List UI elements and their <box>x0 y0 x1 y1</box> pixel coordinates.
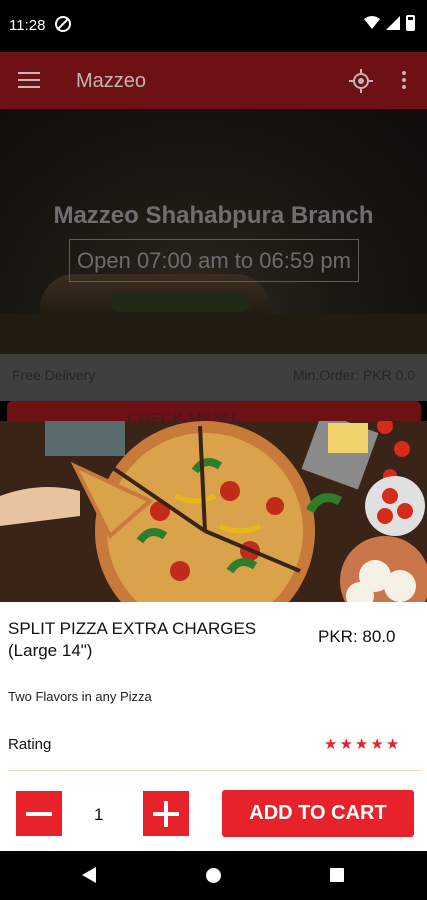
pizza-illustration <box>0 421 427 602</box>
star-icon: ★ <box>385 736 400 753</box>
system-nav-bar <box>0 851 427 900</box>
back-icon[interactable] <box>82 867 96 883</box>
hero-lettuce <box>110 294 250 312</box>
signal-icon <box>386 16 400 30</box>
product-name: SPLIT PIZZA EXTRA CHARGES (Large 14") <box>8 619 257 660</box>
product-sheet: SPLIT PIZZA EXTRA CHARGES (Large 14") PK… <box>0 421 427 851</box>
star-icon: ★ <box>370 736 384 753</box>
divider <box>8 770 421 771</box>
vpn-icon <box>55 16 71 32</box>
info-row: Free Delivery Min.Order: PKR 0.0 <box>0 354 427 401</box>
star-icon: ★ <box>339 736 353 753</box>
product-description: Two Flavors in any Pizza <box>8 689 152 704</box>
napkin <box>45 421 125 456</box>
rating-stars: ★ ★ ★ ★ ★ <box>324 735 399 753</box>
star-icon: ★ <box>354 736 369 753</box>
app-title: Mazzeo <box>76 70 147 92</box>
pizza-image <box>0 421 427 602</box>
battery-icon <box>406 15 415 31</box>
product-price: PKR: 80.0 <box>318 627 396 646</box>
quantity-value: 1 <box>94 805 104 824</box>
opening-hours: Open 07:00 am to 06:59 pm <box>69 239 359 282</box>
status-icons <box>364 15 415 31</box>
status-bar: 11:28 <box>0 0 427 52</box>
star-icon: ★ <box>324 736 338 753</box>
more-vert-icon[interactable] <box>402 71 406 89</box>
add-to-cart-button[interactable]: ADD TO CART <box>222 790 414 837</box>
recent-apps-icon[interactable] <box>330 868 344 882</box>
hero-table <box>0 314 427 354</box>
menu-icon[interactable] <box>18 72 40 89</box>
status-time: 11:28 <box>9 17 46 34</box>
increase-quantity-button[interactable] <box>143 791 189 836</box>
min-order-label: Min.Order: PKR 0.0 <box>292 367 415 383</box>
wifi-icon <box>364 16 380 29</box>
home-icon[interactable] <box>206 868 221 883</box>
free-delivery-label: Free Delivery <box>12 367 96 383</box>
branch-name: Mazzeo Shahabpura Branch <box>53 202 374 229</box>
locate-icon[interactable] <box>349 69 373 93</box>
hero-banner: Mazzeo Shahabpura Branch Open 07:00 am t… <box>0 109 427 354</box>
decrease-quantity-button[interactable] <box>16 791 62 836</box>
rating-label: Rating <box>8 736 52 753</box>
